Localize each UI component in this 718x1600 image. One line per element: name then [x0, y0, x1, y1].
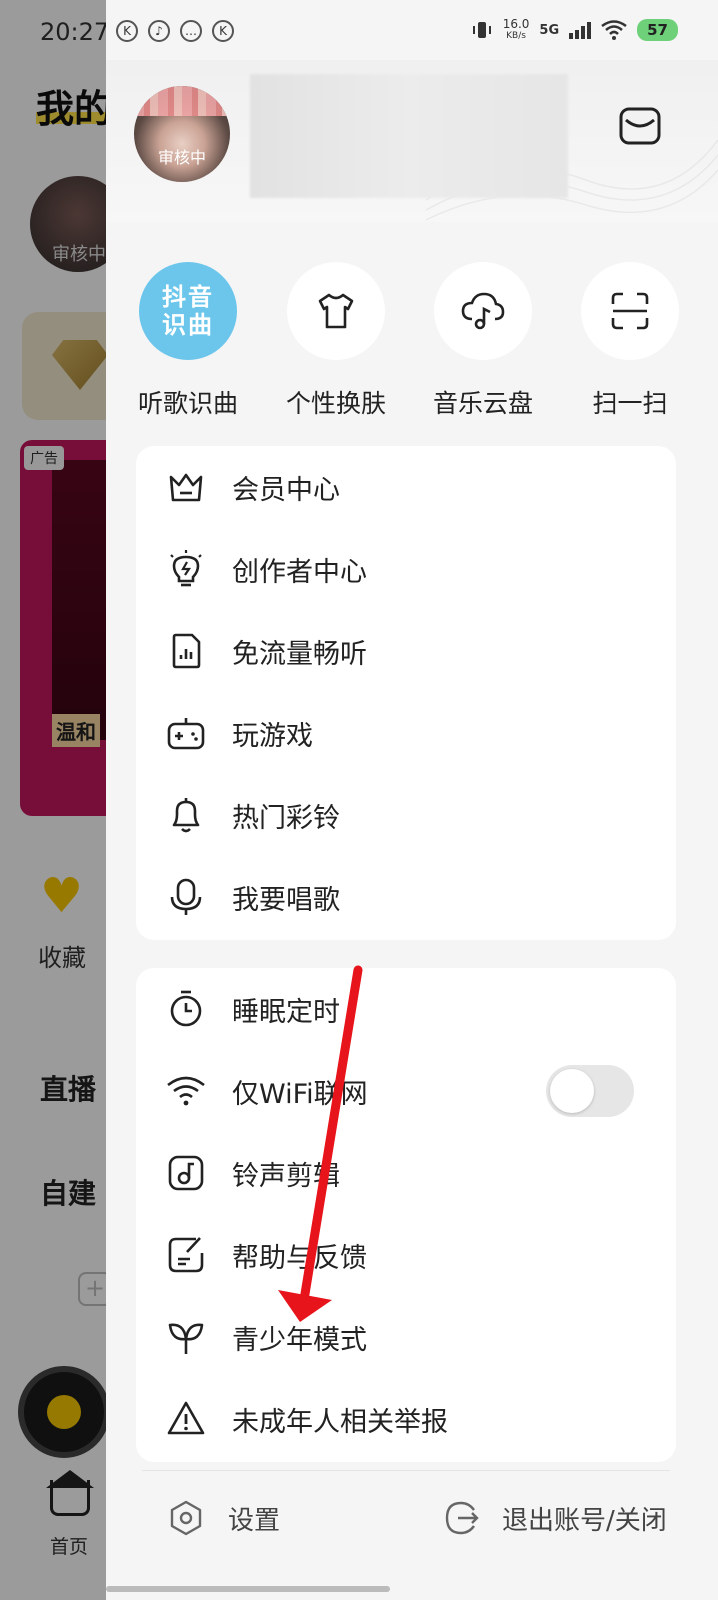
- network-speed: 16.0 KB/s: [503, 18, 530, 42]
- timer-icon: [170, 990, 202, 1027]
- avatar-flower-crown: [134, 86, 230, 116]
- settings-icon[interactable]: [168, 1500, 204, 1536]
- menu-item-play-games[interactable]: 玩游戏: [136, 692, 676, 774]
- menu-item-minor-report[interactable]: 未成年人相关举报: [136, 1378, 676, 1460]
- app-k-small-icon: K: [212, 20, 234, 42]
- menu-item-free-data-listening[interactable]: 免流量畅听: [136, 610, 676, 692]
- avatar-review-status: 审核中: [157, 148, 206, 167]
- shortcut-label: 音乐云盘: [432, 389, 533, 418]
- wifi-icon: [167, 1076, 205, 1106]
- menu-item-help-feedback[interactable]: 帮助与反馈: [136, 1214, 676, 1296]
- shortcut-song-recognition[interactable]: 抖音 识曲 听歌识曲: [128, 262, 248, 420]
- mail-icon[interactable]: [618, 106, 662, 146]
- toggle-knob: [550, 1069, 594, 1113]
- settings-button[interactable]: 设置: [228, 1500, 280, 1537]
- message-icon: …: [180, 20, 202, 42]
- blurred-username[interactable]: [250, 74, 568, 198]
- logout-icon[interactable]: [444, 1500, 480, 1536]
- shortcut-label: 个性换肤: [285, 389, 386, 418]
- menu-label: 创作者中心: [232, 556, 367, 588]
- drawer-footer: 设置 退出账号/关闭: [106, 1470, 718, 1566]
- cloud-music-icon: [434, 262, 532, 360]
- menu-label: 铃声剪辑: [232, 1160, 340, 1192]
- crown-icon: [169, 473, 203, 502]
- menu-label: 帮助与反馈: [232, 1242, 367, 1274]
- shortcut-scan[interactable]: 扫一扫: [570, 262, 690, 420]
- vibrate-icon: [472, 22, 491, 38]
- app-k-icon: K: [116, 20, 138, 42]
- notification-icons: K ♪ … K: [116, 20, 234, 42]
- menu-label: 仅WiFi联网: [232, 1078, 368, 1110]
- status-right: 16.0 KB/s 5G 57: [471, 18, 678, 42]
- signal-icon: [569, 21, 592, 39]
- menu-label: 青少年模式: [232, 1324, 367, 1356]
- gamepad-icon: [167, 718, 205, 750]
- microphone-icon: [170, 878, 202, 915]
- badge-line-2: 识曲: [162, 311, 214, 339]
- sim-card-icon: [172, 633, 201, 669]
- speed-value: 16.0: [502, 17, 530, 31]
- network-type: 5G: [539, 22, 560, 38]
- shortcut-label: 听歌识曲: [137, 389, 238, 418]
- menu-label: 免流量畅听: [232, 638, 367, 670]
- status-bar: K ♪ … K 16.0 KB/s 5G 57: [106, 0, 718, 64]
- menu-item-teen-mode[interactable]: 青少年模式: [136, 1296, 676, 1378]
- footer-divider: [142, 1470, 670, 1471]
- feedback-icon: [168, 1237, 204, 1273]
- lightbulb-icon: [170, 550, 202, 587]
- menu-item-creator-center[interactable]: 创作者中心: [136, 528, 676, 610]
- menu-item-hot-ringback[interactable]: 热门彩铃: [136, 774, 676, 856]
- speed-unit: KB/s: [506, 31, 526, 41]
- wifi-status-icon: [601, 20, 627, 40]
- menu-label: 未成年人相关举报: [232, 1406, 448, 1438]
- menu-label: 热门彩铃: [232, 802, 340, 834]
- warning-icon: [167, 1401, 205, 1435]
- menu-item-sleep-timer[interactable]: 睡眠定时: [136, 968, 676, 1050]
- bell-icon: [172, 798, 200, 833]
- shortcut-skin[interactable]: 个性换肤: [276, 262, 396, 420]
- shirt-icon: [287, 262, 385, 360]
- wifi-only-toggle[interactable]: [546, 1065, 634, 1117]
- menu-card-settings: 睡眠定时 仅WiFi联网 铃声剪辑 帮助与反馈 青少年模式 未成年人相关举报: [136, 968, 676, 1462]
- song-recognition-icon: 抖音 识曲: [139, 262, 237, 360]
- battery-indicator: 57: [637, 19, 678, 41]
- menu-label: 睡眠定时: [232, 996, 340, 1028]
- ringtone-edit-icon: [168, 1155, 204, 1191]
- shortcut-cloud-drive[interactable]: 音乐云盘: [423, 262, 543, 420]
- shortcut-label: 扫一扫: [592, 389, 668, 418]
- side-drawer: K ♪ … K 16.0 KB/s 5G 57 审核中 抖音 识曲 听歌识曲 个…: [106, 0, 718, 1600]
- menu-card-primary: 会员中心 创作者中心 免流量畅听 玩游戏 热门彩铃 我要唱歌: [136, 446, 676, 940]
- scan-icon: [581, 262, 679, 360]
- gesture-home-indicator[interactable]: [106, 1586, 390, 1592]
- app-music-icon: ♪: [148, 20, 170, 42]
- menu-item-ringtone-edit[interactable]: 铃声剪辑: [136, 1132, 676, 1214]
- menu-label: 我要唱歌: [232, 884, 340, 916]
- menu-label: 玩游戏: [232, 720, 313, 752]
- menu-item-vip-center[interactable]: 会员中心: [136, 446, 676, 528]
- menu-item-sing[interactable]: 我要唱歌: [136, 856, 676, 938]
- badge-line-1: 抖音: [162, 283, 214, 311]
- menu-label: 会员中心: [232, 474, 340, 506]
- sprout-icon: [168, 1323, 204, 1354]
- logout-button[interactable]: 退出账号/关闭: [502, 1500, 667, 1537]
- avatar[interactable]: 审核中: [134, 86, 230, 182]
- menu-item-wifi-only[interactable]: 仅WiFi联网: [136, 1050, 676, 1132]
